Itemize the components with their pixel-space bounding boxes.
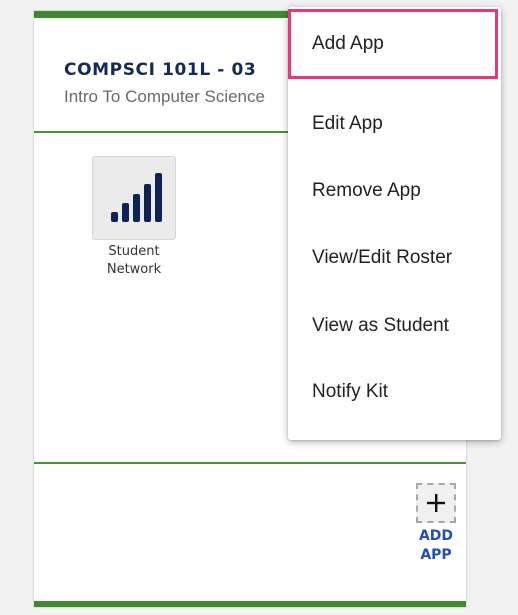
course-name: Intro To Computer Science <box>64 87 265 106</box>
menu-item-notify-kit[interactable]: Notify Kit <box>288 363 501 421</box>
menu-item-view-as-student[interactable]: View as Student <box>288 297 501 355</box>
menu-item-edit-app[interactable]: Edit App <box>288 95 501 153</box>
course-code: COMPSCI 101L - 03 <box>64 60 257 80</box>
signal-bars-icon <box>111 173 162 222</box>
menu-item-remove-app[interactable]: Remove App <box>288 162 501 220</box>
menu-item-view-edit-roster[interactable]: View/Edit Roster <box>288 229 501 287</box>
add-app-box <box>416 483 456 523</box>
app-tile-student-network[interactable]: Student Network <box>86 156 182 279</box>
app-icon-box <box>92 156 176 240</box>
app-label: Student Network <box>106 244 162 277</box>
add-app-button[interactable]: ADD APP <box>406 483 466 565</box>
add-app-label: ADD APP <box>418 528 454 563</box>
menu-item-add-app[interactable]: Add App <box>288 9 498 79</box>
footer-divider <box>34 462 466 464</box>
plus-icon <box>427 494 445 512</box>
context-menu: Add App Edit App Remove App View/Edit Ro… <box>288 7 501 440</box>
